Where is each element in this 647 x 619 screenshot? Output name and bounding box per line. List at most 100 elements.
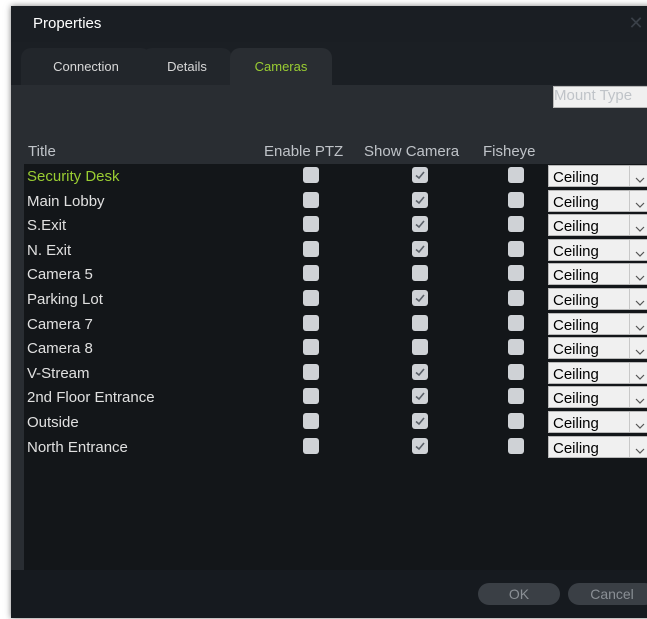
camera-title: Outside xyxy=(27,414,79,431)
mount-type-value: Ceiling xyxy=(553,169,599,186)
show-camera-checkbox[interactable] xyxy=(412,339,428,356)
tab-bar: Connection Details Cameras xyxy=(11,42,647,85)
tab-details[interactable]: Details xyxy=(142,48,232,85)
enable-ptz-checkbox[interactable] xyxy=(303,167,319,183)
fisheye-checkbox[interactable] xyxy=(508,167,524,183)
column-header-enable-ptz: Enable PTZ xyxy=(264,143,344,160)
enable-ptz-checkbox[interactable] xyxy=(303,265,319,282)
ok-button[interactable]: OK xyxy=(478,583,560,605)
mount-type-value: Ceiling xyxy=(553,267,599,285)
camera-title: Camera 7 xyxy=(27,315,93,333)
show-camera-checkbox[interactable] xyxy=(412,388,428,405)
mount-type-select[interactable]: Ceiling xyxy=(548,361,647,386)
mount-type-select[interactable]: Ceiling xyxy=(548,165,647,187)
camera-title: S.Exit xyxy=(27,217,67,235)
fisheye-checkbox[interactable] xyxy=(508,216,524,233)
chevron-down-icon[interactable] xyxy=(635,368,645,386)
enable-ptz-checkbox[interactable] xyxy=(303,240,319,257)
enable-ptz-checkbox[interactable] xyxy=(303,437,319,454)
title-bar: Properties ✕ xyxy=(11,6,647,42)
chevron-down-icon[interactable] xyxy=(635,392,645,410)
show-camera-checkbox[interactable] xyxy=(412,167,428,183)
tab-connection[interactable]: Connection xyxy=(21,48,151,85)
table-row[interactable]: Camera 8 Ceiling xyxy=(24,336,647,361)
chevron-down-icon[interactable] xyxy=(635,196,645,214)
chevron-down-icon[interactable] xyxy=(635,220,645,238)
fisheye-checkbox[interactable] xyxy=(508,265,524,282)
mount-type-select[interactable]: Ceiling xyxy=(548,288,647,310)
column-header-title: Title xyxy=(28,143,56,160)
show-camera-checkbox[interactable] xyxy=(412,216,428,233)
table-row[interactable]: S.Exit Ceiling xyxy=(24,213,647,238)
dropdown-divider xyxy=(629,289,630,309)
mount-type-select[interactable]: Ceiling xyxy=(548,411,647,433)
chevron-down-icon[interactable] xyxy=(635,171,645,189)
camera-title: Security Desk xyxy=(27,168,120,185)
table-row[interactable]: N. Exit Ceiling xyxy=(24,238,647,263)
close-icon[interactable]: ✕ xyxy=(627,14,645,32)
fisheye-checkbox[interactable] xyxy=(508,290,524,306)
mount-type-select[interactable]: Ceiling xyxy=(548,263,647,287)
show-camera-checkbox[interactable] xyxy=(412,314,428,331)
fisheye-checkbox[interactable] xyxy=(508,314,524,331)
enable-ptz-checkbox[interactable] xyxy=(303,191,319,208)
show-camera-checkbox[interactable] xyxy=(412,413,428,429)
enable-ptz-checkbox[interactable] xyxy=(303,216,319,233)
enable-ptz-checkbox[interactable] xyxy=(303,363,319,380)
mount-type-select[interactable]: Ceiling xyxy=(548,337,647,361)
chevron-down-icon[interactable] xyxy=(635,343,645,361)
mount-type-value: Ceiling xyxy=(553,316,599,334)
mount-type-select[interactable]: Ceiling xyxy=(548,238,647,263)
table-row[interactable]: 2nd Floor Entrance Ceiling xyxy=(24,385,647,410)
column-header-mount-type: Mount Type xyxy=(553,86,647,108)
show-camera-checkbox[interactable] xyxy=(412,265,428,282)
chevron-down-icon[interactable] xyxy=(635,245,645,263)
mount-type-value: Ceiling xyxy=(553,365,599,383)
table-row[interactable]: Outside Ceiling xyxy=(24,410,647,435)
enable-ptz-checkbox[interactable] xyxy=(303,413,319,429)
mount-type-select[interactable]: Ceiling xyxy=(548,435,647,460)
show-camera-checkbox[interactable] xyxy=(412,240,428,257)
enable-ptz-checkbox[interactable] xyxy=(303,314,319,331)
mount-type-select[interactable]: Ceiling xyxy=(548,189,647,214)
mount-type-select[interactable]: Ceiling xyxy=(548,214,647,238)
cancel-button[interactable]: Cancel xyxy=(568,583,647,605)
mount-type-select[interactable]: Ceiling xyxy=(548,312,647,337)
camera-title: 2nd Floor Entrance xyxy=(27,389,155,407)
table-row[interactable]: Camera 7 Ceiling xyxy=(24,312,647,337)
table-row[interactable]: Parking Lot Ceiling xyxy=(24,287,647,312)
camera-title: North Entrance xyxy=(27,438,128,456)
chevron-down-icon[interactable] xyxy=(635,319,645,337)
show-camera-checkbox[interactable] xyxy=(412,290,428,306)
fisheye-checkbox[interactable] xyxy=(508,388,524,405)
dropdown-divider xyxy=(629,362,630,383)
tab-cameras[interactable]: Cameras xyxy=(230,48,332,85)
enable-ptz-checkbox[interactable] xyxy=(303,339,319,356)
chevron-down-icon[interactable] xyxy=(635,294,645,312)
fisheye-checkbox[interactable] xyxy=(508,240,524,257)
fisheye-checkbox[interactable] xyxy=(508,413,524,429)
table-row[interactable]: V-Stream Ceiling xyxy=(24,361,647,386)
show-camera-checkbox[interactable] xyxy=(412,437,428,454)
mount-type-value: Ceiling xyxy=(553,193,599,211)
table-row[interactable]: Camera 5 Ceiling xyxy=(24,262,647,287)
fisheye-checkbox[interactable] xyxy=(508,363,524,380)
show-camera-checkbox[interactable] xyxy=(412,191,428,208)
chevron-down-icon[interactable] xyxy=(635,442,645,460)
fisheye-checkbox[interactable] xyxy=(508,191,524,208)
table-row[interactable]: Security Desk Ceiling xyxy=(24,164,647,189)
camera-title: Camera 5 xyxy=(27,266,93,284)
fisheye-checkbox[interactable] xyxy=(508,339,524,356)
dropdown-divider xyxy=(629,264,630,285)
mount-type-select[interactable]: Ceiling xyxy=(548,386,647,410)
show-camera-checkbox[interactable] xyxy=(412,363,428,380)
enable-ptz-checkbox[interactable] xyxy=(303,388,319,405)
chevron-down-icon[interactable] xyxy=(635,417,645,435)
table-row[interactable]: North Entrance Ceiling xyxy=(24,435,647,460)
chevron-down-icon[interactable] xyxy=(635,269,645,287)
enable-ptz-checkbox[interactable] xyxy=(303,290,319,306)
camera-table: Security Desk Ceiling Main Lobby Ceiling S.E… xyxy=(24,164,647,570)
fisheye-checkbox[interactable] xyxy=(508,437,524,454)
table-row[interactable]: Main Lobby Ceiling xyxy=(24,189,647,214)
camera-title: V-Stream xyxy=(27,364,90,382)
